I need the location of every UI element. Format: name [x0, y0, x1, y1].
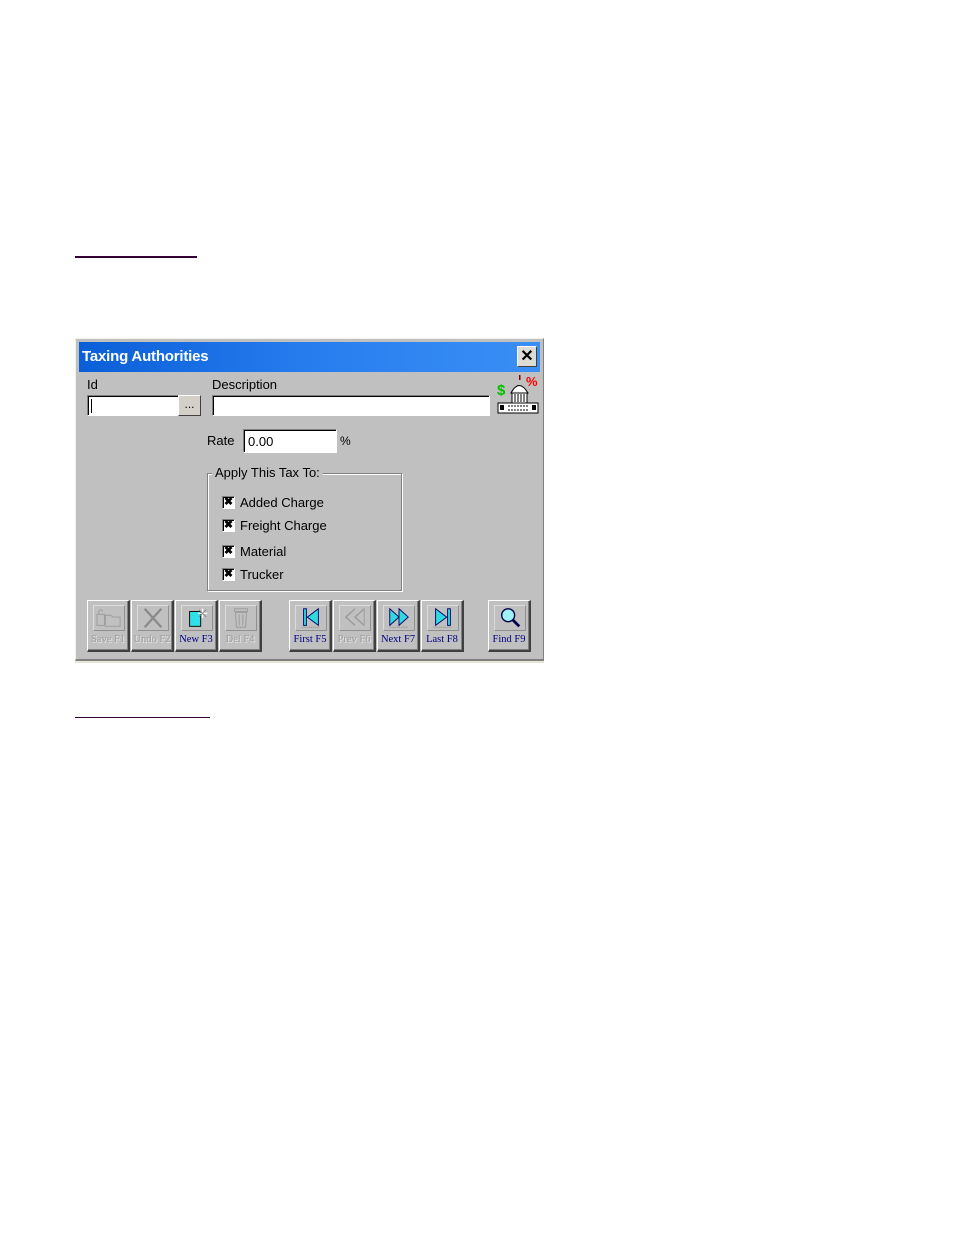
new-label: New F3 [179, 634, 213, 645]
id-input[interactable] [87, 395, 179, 416]
checkbox-mark: ✖ [222, 496, 235, 509]
rate-unit: % [340, 434, 351, 448]
new-button[interactable]: New F3 [175, 600, 218, 652]
close-icon: ✕ [520, 348, 534, 365]
last-record-icon [427, 605, 459, 631]
find-button[interactable]: Find F9 [488, 600, 531, 652]
description-input[interactable] [212, 395, 490, 416]
undo-label: Undo F2 [133, 634, 171, 645]
id-label: Id [87, 377, 98, 392]
magnifier-icon [494, 605, 526, 631]
prev-record-icon [339, 605, 371, 631]
undo-x-icon [137, 605, 169, 631]
find-label: Find F9 [492, 634, 526, 645]
rate-input[interactable]: 0.00 [243, 429, 337, 453]
checkbox-label: Freight Charge [240, 518, 327, 533]
id-lookup-button[interactable]: ... [178, 395, 201, 416]
dollar-sign: $ [497, 382, 506, 399]
last-label: Last F8 [426, 634, 458, 645]
material-checkbox[interactable]: ✖ Material [222, 544, 286, 559]
next-label: Next F7 [380, 634, 416, 645]
horizontal-rule-bottom [75, 717, 210, 718]
description-label: Description [212, 377, 278, 392]
first-button[interactable]: First F5 [289, 600, 332, 652]
capitol-building-tax-icon: $ % [497, 374, 539, 414]
added-charge-checkbox[interactable]: ✖ Added Charge [222, 495, 324, 510]
checkbox-mark: ✖ [222, 545, 235, 558]
prev-button[interactable]: Prev F6 [333, 600, 376, 652]
taxing-authorities-dialog: Taxing Authorities ✕ Id ... Description … [75, 338, 544, 663]
last-button[interactable]: Last F8 [421, 600, 464, 652]
rate-value: 0.00 [248, 434, 274, 449]
new-document-icon [181, 605, 213, 631]
next-button[interactable]: Next F7 [377, 600, 420, 652]
title-bar[interactable]: Taxing Authorities ✕ [79, 342, 540, 372]
delete-button[interactable]: Del F4 [219, 600, 262, 652]
save-label: Save F1 [90, 634, 126, 645]
rate-label: Rate [207, 433, 235, 448]
next-record-icon [383, 605, 415, 631]
checkbox-mark: ✖ [222, 519, 235, 532]
freight-charge-checkbox[interactable]: ✖ Freight Charge [222, 518, 327, 533]
checkbox-label: Trucker [240, 567, 284, 582]
close-button[interactable]: ✕ [517, 346, 537, 367]
trucker-checkbox[interactable]: ✖ Trucker [222, 567, 284, 582]
trash-icon [225, 605, 257, 631]
undo-button[interactable]: Undo F2 [131, 600, 174, 652]
text-caret [91, 399, 92, 413]
apply-tax-group-title: Apply This Tax To: [212, 465, 323, 480]
apply-tax-groupbox: Apply This Tax To: ✖ Added Charge ✖ Frei… [207, 465, 402, 591]
prev-label: Prev F6 [337, 634, 371, 645]
first-record-icon [295, 605, 327, 631]
checkbox-label: Added Charge [240, 495, 324, 510]
save-folder-icon [93, 605, 125, 631]
save-button[interactable]: Save F1 [87, 600, 130, 652]
horizontal-rule-top [75, 256, 197, 258]
checkbox-label: Material [240, 544, 287, 559]
percent-sign: % [526, 374, 538, 389]
checkbox-mark: ✖ [222, 568, 235, 581]
first-label: First F5 [293, 634, 327, 645]
delete-label: Del F4 [225, 634, 255, 645]
window-title: Taxing Authorities [82, 348, 209, 365]
